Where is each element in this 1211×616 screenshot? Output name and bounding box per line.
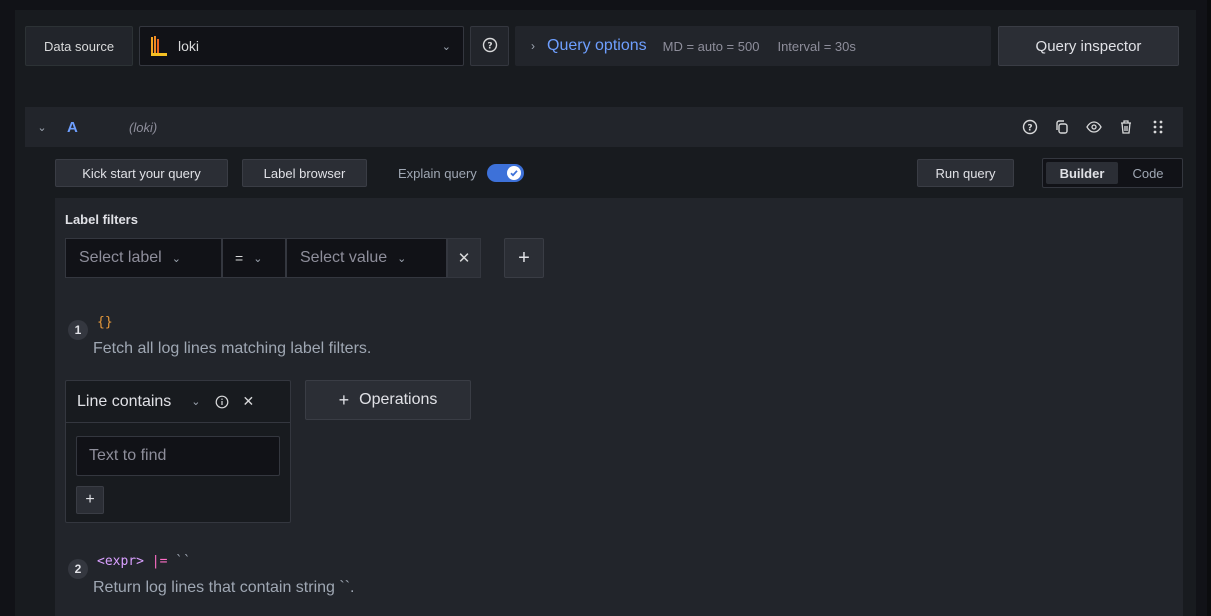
chevron-down-icon: ⌄ xyxy=(253,252,263,265)
help-icon[interactable]: ? xyxy=(1021,118,1039,136)
duplicate-icon[interactable] xyxy=(1053,118,1071,136)
data-source-picker[interactable]: loki ⌄ xyxy=(139,26,464,66)
step-description: Return log lines that contain string ``. xyxy=(93,579,355,596)
query-inspector-button[interactable]: Query inspector xyxy=(998,26,1179,66)
interval: Interval = 30s xyxy=(777,38,856,54)
loki-logo-icon xyxy=(150,35,170,57)
label-browser-button[interactable]: Label browser xyxy=(242,159,367,187)
query-datasource-name: (loki) xyxy=(129,119,158,135)
step-code: <expr> |= `` xyxy=(97,554,191,569)
explain-query-label: Explain query xyxy=(398,165,477,181)
label-filters-title: Label filters xyxy=(65,212,138,227)
chevron-down-icon: ⌄ xyxy=(171,252,181,265)
explain-query: Explain query xyxy=(398,159,524,187)
svg-text:?: ? xyxy=(487,41,492,51)
data-source-name: loki xyxy=(178,38,200,54)
operations-label: Operations xyxy=(359,391,438,408)
step-description: Fetch all log lines matching label filte… xyxy=(93,340,372,357)
max-data-points: MD = auto = 500 xyxy=(662,38,760,54)
remove-filter-button[interactable]: ✕ xyxy=(447,238,481,278)
run-query-button[interactable]: Run query xyxy=(917,159,1014,187)
drag-handle-icon[interactable] xyxy=(1149,118,1167,136)
label-select-placeholder: Select label xyxy=(79,249,162,266)
scrollbar-track[interactable] xyxy=(1207,0,1211,616)
plus-icon: + xyxy=(518,246,530,269)
query-row-actions: ? xyxy=(1021,118,1167,136)
check-icon xyxy=(506,166,521,180)
operator-value: = xyxy=(235,250,244,266)
operator-select[interactable]: = ⌄ xyxy=(222,238,286,278)
info-icon[interactable] xyxy=(215,395,229,409)
operation-name[interactable]: Line contains xyxy=(77,393,171,411)
query-row-header: ⌄ A (loki) ? xyxy=(25,107,1183,147)
code-operator: |= xyxy=(151,554,168,569)
operation-header: Line contains ⌄ ✕ xyxy=(66,381,290,423)
step-number: 2 xyxy=(68,559,88,579)
query-builder: Label filters Select label ⌄ = ⌄ Select … xyxy=(55,198,1183,616)
query-ref-id[interactable]: A xyxy=(59,119,129,136)
step-number: 1 xyxy=(68,320,88,340)
label-filter-row: Select label ⌄ = ⌄ Select value ⌄ ✕ xyxy=(65,238,481,278)
code-string: `` xyxy=(175,554,191,569)
plus-icon: + xyxy=(85,491,95,508)
add-filter-button[interactable]: + xyxy=(504,238,544,278)
data-source-label: Data source xyxy=(25,26,133,66)
trash-icon[interactable] xyxy=(1117,118,1135,136)
editor-mode-switch: Builder Code xyxy=(1042,158,1183,188)
chevron-down-icon[interactable]: ⌄ xyxy=(191,395,200,408)
label-select[interactable]: Select label ⌄ xyxy=(65,238,222,278)
plus-icon: + xyxy=(338,389,350,410)
add-operations-button[interactable]: + Operations xyxy=(305,380,471,420)
chevron-right-icon: › xyxy=(531,39,535,53)
step-code: {} xyxy=(97,315,113,330)
data-source-help-button[interactable]: ? xyxy=(470,26,509,66)
mode-code-option[interactable]: Code xyxy=(1118,162,1178,184)
explain-query-toggle[interactable] xyxy=(486,164,524,182)
query-options-title: Query options xyxy=(547,37,647,54)
query-editor-panel: Data source loki ⌄ ? › Query options MD … xyxy=(15,10,1196,616)
text-to-find-input[interactable]: Text to find xyxy=(76,436,280,476)
value-select[interactable]: Select value ⌄ xyxy=(286,238,447,278)
chevron-down-icon: ⌄ xyxy=(397,252,407,265)
help-icon: ? xyxy=(482,37,498,56)
code-expr: <expr> xyxy=(97,554,144,569)
add-param-button[interactable]: + xyxy=(76,486,104,514)
eye-icon[interactable] xyxy=(1085,118,1103,136)
collapse-chevron-icon[interactable]: ⌄ xyxy=(25,121,59,134)
operation-card: Line contains ⌄ ✕ Text to find + xyxy=(65,380,291,523)
kick-start-button[interactable]: Kick start your query xyxy=(55,159,228,187)
chevron-down-icon: ⌄ xyxy=(441,40,451,53)
mode-builder-option[interactable]: Builder xyxy=(1046,162,1118,184)
value-select-placeholder: Select value xyxy=(300,249,388,266)
query-options-toggle[interactable]: › Query options MD = auto = 500 Interval… xyxy=(515,26,991,66)
close-icon: ✕ xyxy=(457,250,471,267)
svg-text:?: ? xyxy=(1027,124,1032,134)
close-icon[interactable]: ✕ xyxy=(243,393,255,410)
